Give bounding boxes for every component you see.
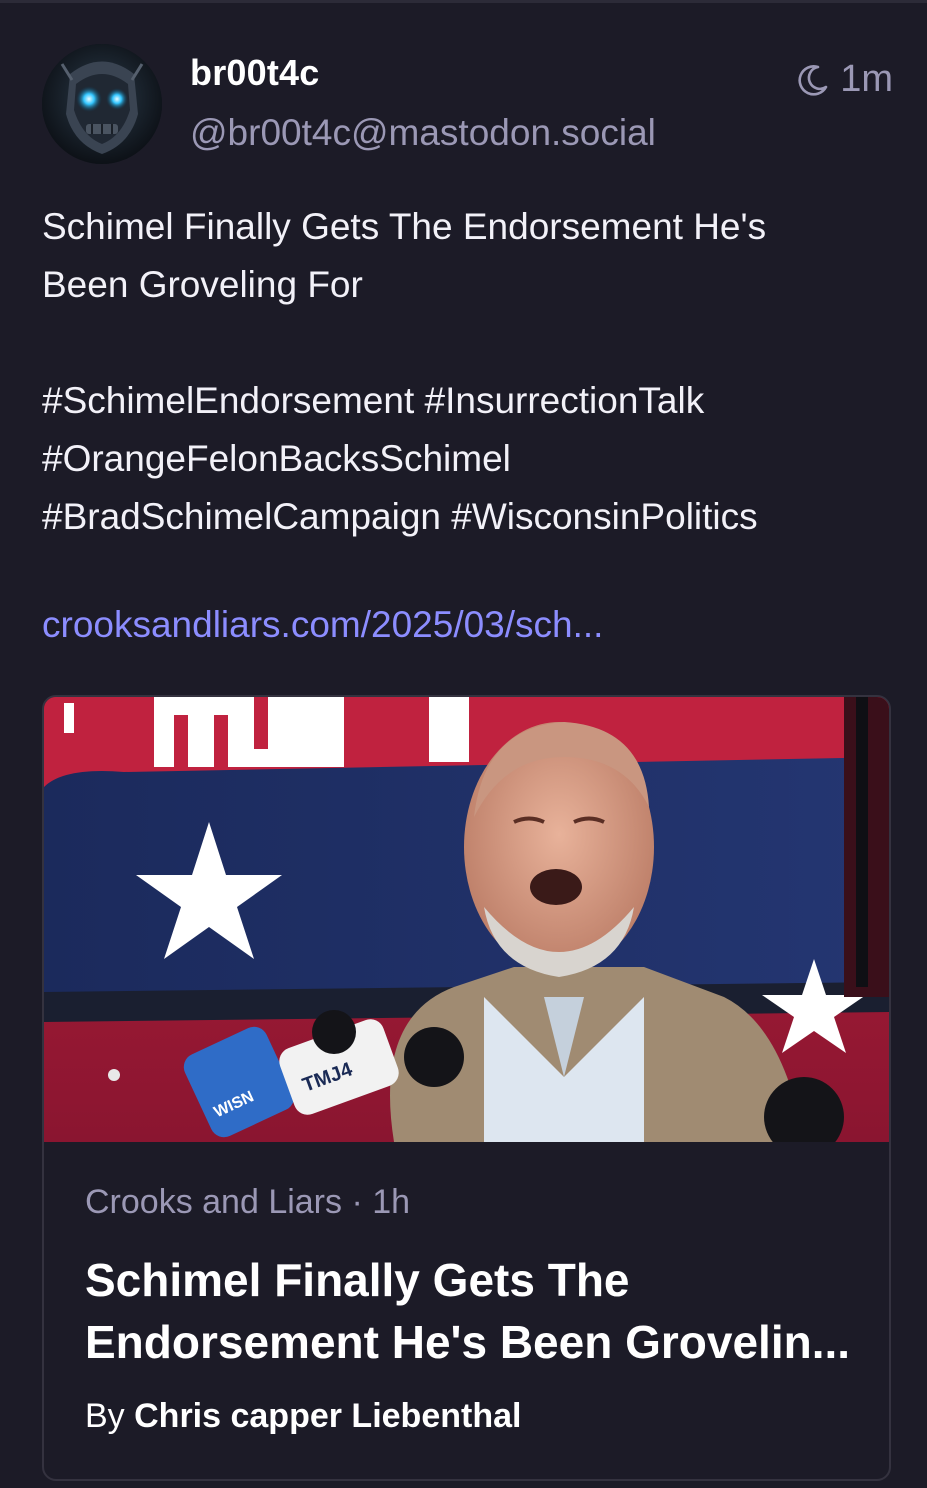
card-title[interactable]: Schimel Finally Gets The Endorsement He'… xyxy=(85,1249,875,1373)
card-byline: By Chris capper Liebenthal xyxy=(85,1397,521,1436)
hashtag-line[interactable]: #BradSchimelCampaign #WisconsinPolitics xyxy=(42,488,892,546)
card-source: Crooks and Liars xyxy=(85,1183,343,1221)
divider xyxy=(0,0,927,3)
timestamp-text: 1m xyxy=(840,58,893,100)
preview-image: TMJ4 WISN xyxy=(44,697,889,1142)
card-meta: Crooks and Liars · 1h xyxy=(85,1183,410,1222)
post-link[interactable]: crooksandliars.com/2025/03/sch... xyxy=(42,604,603,646)
moon-icon xyxy=(798,64,828,96)
post-timestamp[interactable]: 1m xyxy=(796,58,893,101)
card-age: 1h xyxy=(372,1183,411,1221)
card-title-line: Endorsement He's Been Grovelin... xyxy=(85,1316,851,1368)
hashtag-line[interactable]: #SchimelEndorsement #InsurrectionTalk xyxy=(42,372,892,430)
avatar-image xyxy=(42,44,162,164)
byline-author[interactable]: Chris capper Liebenthal xyxy=(134,1397,521,1435)
post[interactable]: br00t4c @br00t4c@mastodon.social 1m Schi… xyxy=(0,0,927,1488)
card-title-line: Schimel Finally Gets The xyxy=(85,1254,630,1306)
meta-separator: · xyxy=(342,1183,373,1221)
author-display-name[interactable]: br00t4c xyxy=(190,52,319,94)
post-text-line: Schimel Finally Gets The Endorsement He'… xyxy=(42,206,767,247)
post-content: Schimel Finally Gets The Endorsement He'… xyxy=(42,198,892,546)
post-text-line: Been Groveling For xyxy=(42,264,363,305)
avatar[interactable] xyxy=(42,44,162,164)
author-handle[interactable]: @br00t4c@mastodon.social xyxy=(190,112,656,154)
byline-prefix: By xyxy=(85,1397,135,1435)
hashtag-line[interactable]: #OrangeFelonBacksSchimel xyxy=(42,430,892,488)
link-preview-card[interactable]: TMJ4 WISN Crooks and Liars · 1h Schimel … xyxy=(42,695,891,1481)
